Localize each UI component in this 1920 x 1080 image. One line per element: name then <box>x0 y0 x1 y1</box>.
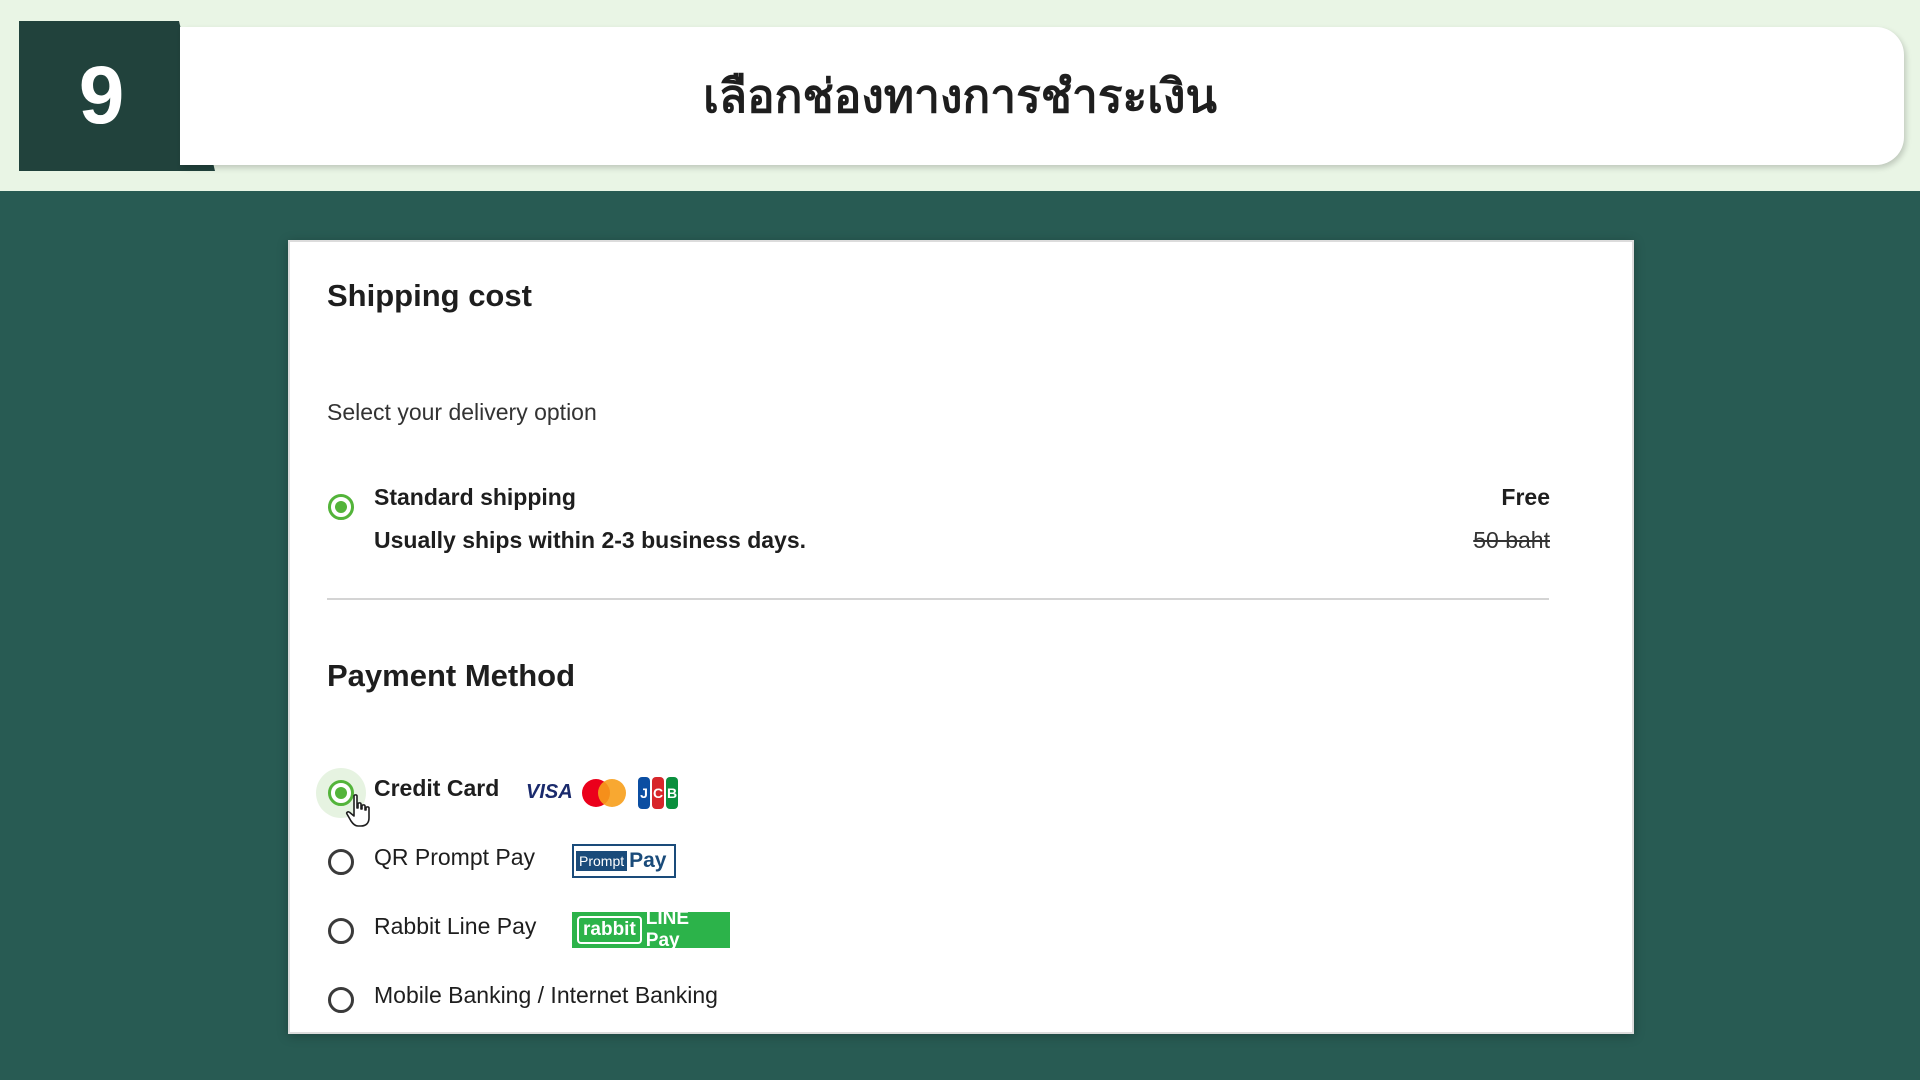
promptpay-logo-prompt-text: Prompt <box>576 851 628 871</box>
section-divider <box>327 598 1549 600</box>
standard-shipping-description: Usually ships within 2-3 business days. <box>374 527 807 553</box>
delivery-option-subheading: Select your delivery option <box>327 399 597 425</box>
payment-method-heading: Payment Method <box>327 658 576 693</box>
promptpay-logo: Prompt Pay <box>572 844 676 878</box>
mastercard-logo <box>582 779 626 807</box>
checkout-card: Shipping cost Select your delivery optio… <box>288 240 1634 1034</box>
rabbit-linepay-label[interactable]: Rabbit Line Pay <box>374 913 536 940</box>
qr-promptpay-radio[interactable] <box>328 849 354 875</box>
rabbit-linepay-radio[interactable] <box>328 918 354 944</box>
jcb-letter-c: C <box>652 777 664 809</box>
rabbit-logo-text: rabbit <box>577 916 642 944</box>
shipping-price: Free <box>1501 484 1550 510</box>
shipping-original-price: 50 baht <box>1473 527 1550 553</box>
standard-shipping-radio[interactable] <box>328 494 354 520</box>
jcb-logo: J C B <box>638 777 678 809</box>
credit-card-label[interactable]: Credit Card <box>374 775 499 802</box>
jcb-letter-b: B <box>666 777 678 809</box>
hand-pointer-cursor-icon <box>345 794 370 827</box>
step-number: 9 <box>78 50 125 141</box>
rabbit-linepay-logo: rabbit LINE Pay <box>572 908 730 951</box>
shipping-cost-heading: Shipping cost <box>327 278 532 313</box>
page-title: เลือกช่องทางการชำระเงิน <box>703 68 1217 123</box>
mobile-banking-label[interactable]: Mobile Banking / Internet Banking <box>374 982 718 1009</box>
jcb-letter-j: J <box>638 777 650 809</box>
standard-shipping-label[interactable]: Standard shipping <box>374 484 576 511</box>
mastercard-orange-circle <box>598 779 626 807</box>
mobile-banking-radio[interactable] <box>328 987 354 1013</box>
qr-promptpay-label[interactable]: QR Prompt Pay <box>374 844 535 871</box>
visa-logo: VISA <box>526 781 573 803</box>
promptpay-logo-pay-text: Pay <box>629 849 667 872</box>
linepay-logo-text: LINE Pay <box>645 908 690 951</box>
